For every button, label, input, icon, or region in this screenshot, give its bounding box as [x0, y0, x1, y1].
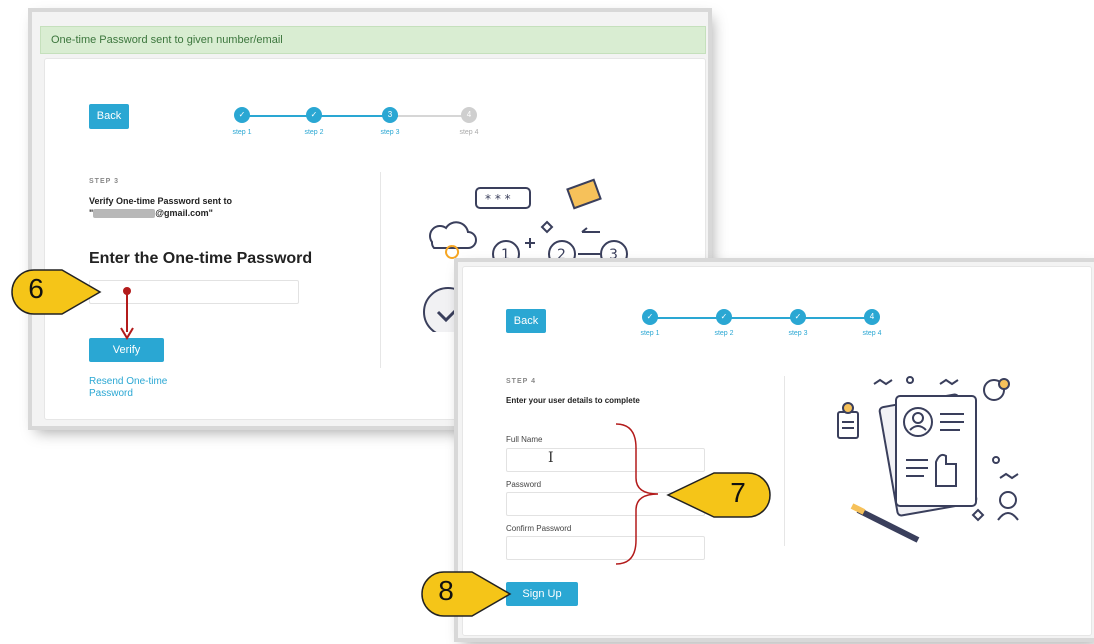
callout-8-number: 8: [438, 575, 454, 606]
svg-text:2: 2: [557, 247, 566, 263]
svg-text:* * *: * * *: [485, 192, 511, 206]
user-icon: [999, 491, 1017, 509]
verify-line-2: " @gmail.com": [89, 208, 213, 219]
stepper-line-2: [722, 317, 796, 319]
alert-text: One-time Password sent to given number/e…: [51, 34, 283, 46]
otp-sent-alert: One-time Password sent to given number/e…: [40, 26, 706, 54]
resend-otp-link[interactable]: Resend One-time Password: [89, 376, 189, 400]
step1-label: step 1: [232, 129, 252, 136]
user-details-illustration: [837, 376, 1019, 543]
step1-label: step 1: [640, 330, 660, 337]
verify-line-1: Verify One-time Password sent to: [89, 196, 233, 206]
fields-brace: [615, 423, 659, 565]
signup-window: Back ✓ ✓ ✓ 4 step 1 step 2 step 3 step 4…: [458, 262, 1094, 638]
email-domain: @gmail.com": [155, 208, 213, 218]
step4-indicator: 4: [864, 309, 880, 325]
otp-title: Enter the One-time Password: [89, 250, 313, 267]
content-divider: [784, 376, 785, 546]
password-label: Password: [506, 480, 542, 489]
step4-label: step 4: [459, 129, 479, 136]
redacted-email: [93, 209, 156, 219]
step4-label: step 4: [862, 330, 882, 337]
step-heading: STEP 4: [506, 378, 536, 385]
svg-text:1: 1: [501, 247, 510, 263]
confirm-password-label: Confirm Password: [506, 524, 572, 533]
callout-7-badge: [666, 472, 771, 518]
step2-label: step 2: [714, 330, 734, 337]
step3-check-icon: ✓: [790, 309, 806, 325]
step2-label: step 2: [304, 129, 324, 136]
step-heading: STEP 3: [89, 178, 119, 185]
callout-6-number: 6: [28, 273, 44, 304]
envelope-icon: [566, 178, 602, 210]
clipboard-icon: [837, 411, 859, 439]
confirm-password-input[interactable]: [506, 536, 705, 560]
callout-7-number: 7: [730, 477, 746, 508]
stepper-line-1: [650, 317, 722, 319]
cloud-icon: [429, 221, 477, 249]
step3-label: step 3: [788, 330, 808, 337]
step3-label: step 3: [380, 129, 400, 136]
step4-indicator: 4: [461, 107, 477, 123]
annotation-arrow: [120, 287, 134, 340]
step1-check-icon: ✓: [642, 309, 658, 325]
step2-check-icon: ✓: [306, 107, 322, 123]
back-button[interactable]: Back: [506, 309, 546, 333]
back-button[interactable]: Back: [89, 104, 129, 129]
step1-check-icon: ✓: [234, 107, 250, 123]
text-cursor-icon: I: [548, 450, 554, 466]
content-divider: [380, 172, 381, 368]
step2-check-icon: ✓: [716, 309, 732, 325]
stepper-line-3: [796, 317, 870, 319]
step3-indicator: 3: [382, 107, 398, 123]
svg-text:3: 3: [609, 247, 618, 263]
signup-instruction: Enter your user details to complete: [506, 396, 640, 405]
full-name-label: Full Name: [506, 435, 543, 444]
